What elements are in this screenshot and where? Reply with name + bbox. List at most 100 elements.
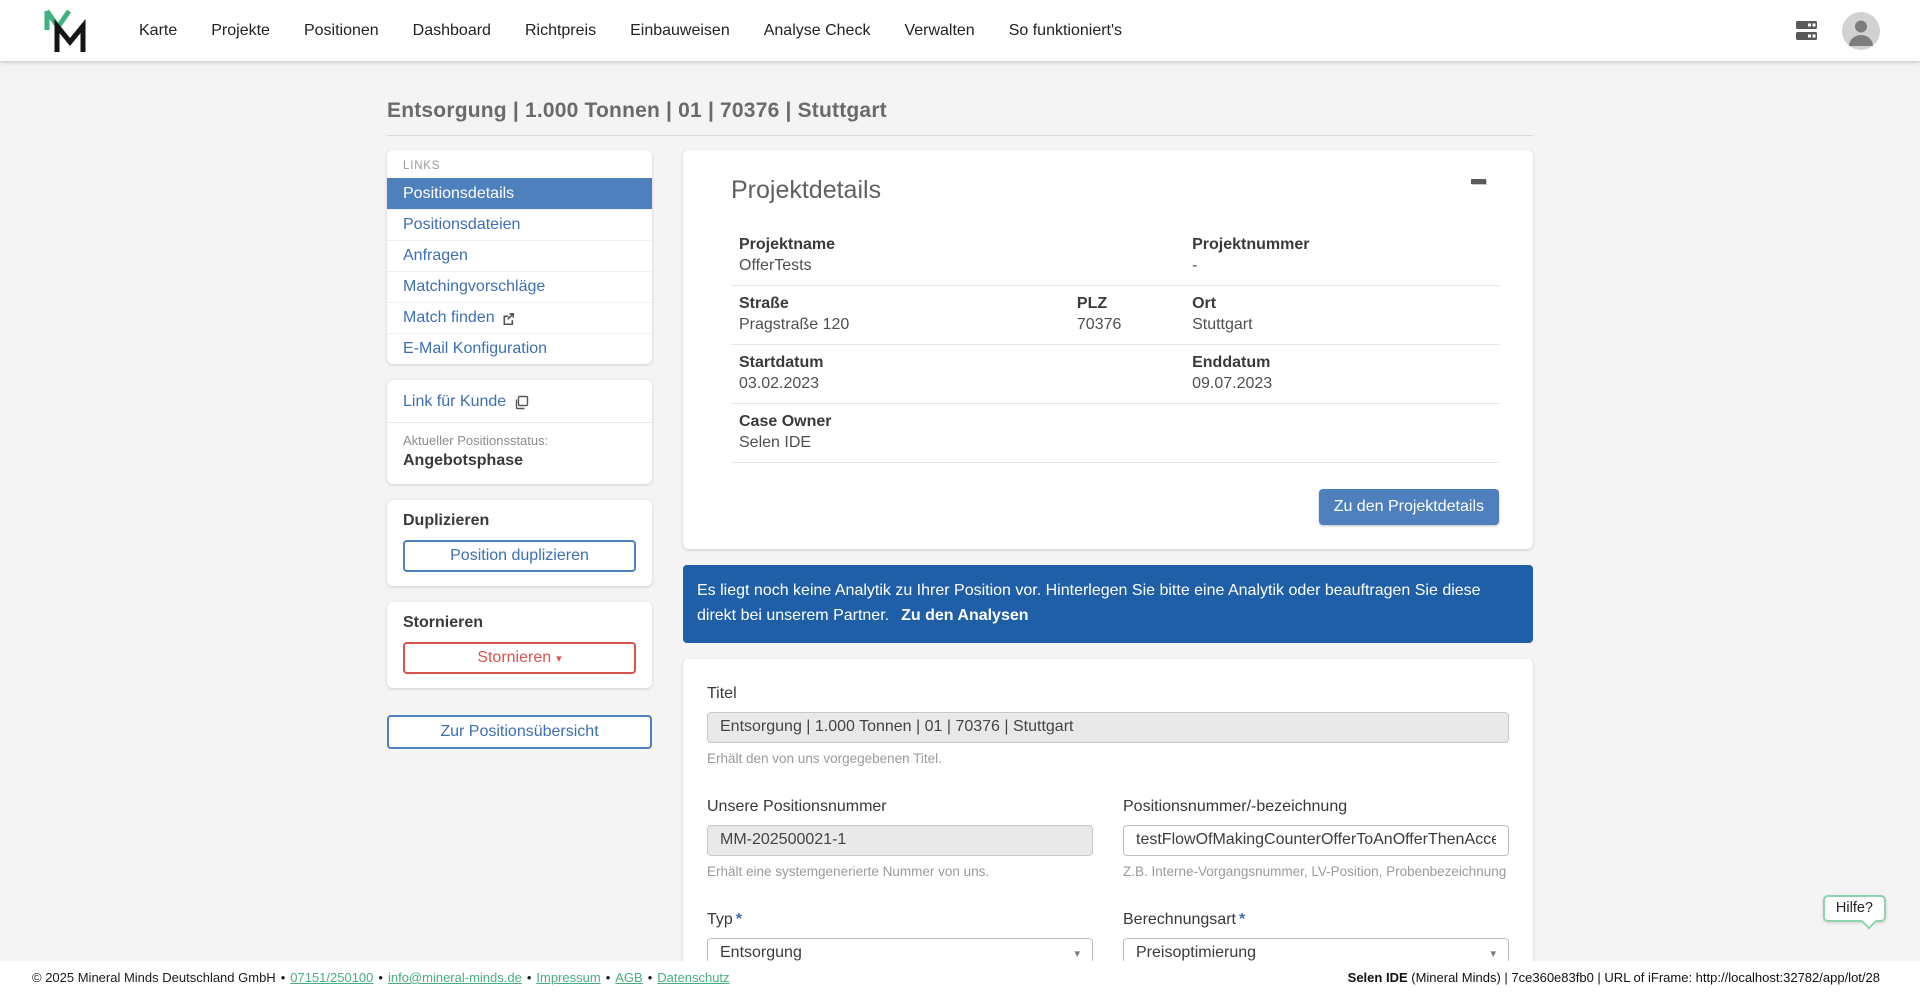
position-form-card: Titel Erhält den von uns vorgegebenen Ti…: [683, 658, 1533, 994]
startdatum-label: Startdatum: [739, 354, 824, 371]
status-value: Angebotsphase: [403, 452, 524, 469]
status-label: Aktueller Positionsstatus:: [403, 433, 549, 448]
footer-impressum-link[interactable]: Impressum: [536, 970, 600, 985]
typ-select-value: Entsorgung: [720, 944, 802, 962]
projektnummer-value: -: [1192, 257, 1198, 274]
mineral-minds-logo[interactable]: [43, 8, 87, 54]
titel-label: Titel: [707, 684, 737, 702]
strasse-value: Pragstraße 120: [739, 316, 850, 333]
positionsnummer-field: Positionsnummer/-bezeichnung Z.B. Intern…: [1123, 798, 1509, 879]
strasse-label: Straße: [739, 295, 789, 312]
copyright-text: © 2025 Mineral Minds Deutschland GmbH: [32, 970, 276, 985]
typ-label: Typ *: [707, 910, 743, 928]
sidebar-item-match-finden[interactable]: Match finden: [387, 302, 652, 333]
footer-separator: •: [647, 970, 653, 985]
unsere-positionsnummer-field: Unsere Positionsnummer Erhält eine syste…: [707, 798, 1093, 879]
footer-separator: •: [526, 970, 532, 985]
zu-den-projektdetails-button[interactable]: Zu den Projektdetails: [1318, 489, 1499, 525]
footer-agb-link[interactable]: AGB: [615, 970, 642, 985]
stornieren-button[interactable]: Stornieren ▾: [403, 642, 636, 674]
ort-label: Ort: [1192, 295, 1217, 312]
nav-item-dashboard[interactable]: Dashboard: [413, 22, 491, 40]
enddatum-label: Enddatum: [1192, 354, 1271, 371]
banner-text: Es liegt noch keine Analytik zu Ihrer Po…: [697, 582, 1481, 624]
sidebar-item-matchingvorschlaege[interactable]: Matchingvorschläge: [387, 271, 652, 302]
duplicate-card: Duplizieren Position duplizieren: [387, 500, 652, 586]
positionsnummer-help: Z.B. Interne-Vorgangsnummer, LV-Position…: [1123, 863, 1507, 879]
footer-phone-link[interactable]: 07151/250100: [290, 970, 373, 985]
table-row: Straße Pragstraße 120 PLZ 70376 Ort Stut…: [731, 285, 1499, 345]
caret-down-icon: ▾: [556, 653, 562, 665]
nav-item-so-funktionierts[interactable]: So funktioniert's: [1009, 22, 1122, 40]
table-row: Projektname OfferTests Projektnummer -: [731, 227, 1499, 286]
duplicate-header: Duplizieren: [403, 512, 490, 529]
unsere-positionsnummer-help: Erhält eine systemgenerierte Nummer von …: [707, 863, 990, 879]
position-duplizieren-button[interactable]: Position duplizieren: [403, 540, 636, 572]
open-in-new-icon: [502, 312, 515, 325]
plz-label: PLZ: [1076, 295, 1108, 312]
zu-den-analysen-link[interactable]: Zu den Analysen: [901, 607, 1028, 624]
cancel-card: Stornieren Stornieren ▾: [387, 602, 652, 688]
projektdetails-card: Projektdetails Projektname OfferTests Pr…: [683, 150, 1533, 549]
sidebar-item-positionsdetails[interactable]: Positionsdetails: [387, 178, 652, 209]
cancel-header: Stornieren: [403, 614, 484, 631]
main-navigation: Karte Projekte Positionen Dashboard Rich…: [139, 22, 1156, 40]
titel-input[interactable]: [707, 711, 1509, 743]
top-navbar: Karte Projekte Positionen Dashboard Rich…: [0, 0, 1920, 61]
nav-item-projekte[interactable]: Projekte: [211, 22, 270, 40]
nav-item-einbauweisen[interactable]: Einbauweisen: [630, 22, 730, 40]
page-container: Entsorgung | 1.000 Tonnen | 01 | 70376 |…: [387, 99, 1533, 994]
copy-icon[interactable]: [514, 395, 529, 410]
avatar: [1842, 11, 1880, 50]
sidebar-links-header: LINKS: [403, 160, 441, 172]
sidebar-item-anfragen[interactable]: Anfragen: [387, 240, 652, 271]
server-icon[interactable]: [1793, 19, 1820, 43]
footer-session-rest: (Mineral Minds) | 7ce360e83fb0 | URL of …: [1407, 970, 1880, 985]
stornieren-button-label: Stornieren: [477, 649, 552, 666]
sidebar-links-card: LINKS Positionsdetails Positionsdateien …: [387, 150, 652, 364]
caret-down-icon: ▾: [1074, 947, 1080, 960]
link-fuer-kunde-link[interactable]: Link für Kunde: [403, 393, 506, 411]
hilfe-button[interactable]: Hilfe?: [1822, 895, 1886, 922]
table-row: Case Owner Selen IDE: [731, 403, 1499, 463]
analytik-info-banner: Es liegt noch keine Analytik zu Ihrer Po…: [683, 565, 1533, 643]
collapse-minus-icon[interactable]: [1471, 174, 1489, 188]
enddatum-value: 09.07.2023: [1192, 375, 1273, 392]
table-row: Startdatum 03.02.2023 Enddatum 09.07.202…: [731, 344, 1499, 404]
nav-item-analyse-check[interactable]: Analyse Check: [764, 22, 871, 40]
positionsnummer-label: Positionsnummer/-bezeichnung: [1123, 797, 1348, 815]
required-asterisk: *: [1238, 910, 1246, 928]
positionsnummer-input[interactable]: [1123, 824, 1509, 856]
projektdetails-header: Projektdetails: [731, 176, 882, 204]
berechnungsart-label: Berechnungsart *: [1123, 910, 1246, 928]
unsere-positionsnummer-input[interactable]: [707, 824, 1093, 856]
sidebar-item-positionsdateien[interactable]: Positionsdateien: [387, 209, 652, 240]
project-details-table: Projektname OfferTests Projektnummer - S…: [731, 227, 1499, 463]
caret-down-icon: ▾: [1490, 947, 1496, 960]
nav-item-verwalten[interactable]: Verwalten: [904, 22, 974, 40]
nav-item-richtpreis[interactable]: Richtpreis: [525, 22, 596, 40]
footer-user: Selen IDE: [1347, 970, 1408, 985]
unsere-positionsnummer-label: Unsere Positionsnummer: [707, 797, 887, 815]
footer-datenschutz-link[interactable]: Datenschutz: [657, 970, 729, 985]
nav-item-positionen[interactable]: Positionen: [304, 22, 379, 40]
footer-separator: •: [280, 970, 286, 985]
sidebar-item-label: Match finden: [403, 309, 495, 326]
title-divider: [387, 135, 1533, 136]
nav-item-karte[interactable]: Karte: [139, 22, 177, 40]
berechnungsart-select-value: Preisoptimierung: [1136, 944, 1257, 962]
required-asterisk: *: [735, 910, 743, 928]
ort-value: Stuttgart: [1192, 316, 1253, 333]
projektname-value: OfferTests: [739, 257, 812, 274]
footer-email-link[interactable]: info@mineral-minds.de: [388, 970, 522, 985]
footer: © 2025 Mineral Minds Deutschland GmbH • …: [0, 961, 1920, 994]
sidebar-item-email-konfiguration[interactable]: E-Mail Konfiguration: [387, 333, 652, 364]
page-title: Entsorgung | 1.000 Tonnen | 01 | 70376 |…: [387, 99, 887, 122]
startdatum-value: 03.02.2023: [739, 375, 820, 392]
sidebar: LINKS Positionsdetails Positionsdateien …: [387, 150, 652, 749]
account-icon[interactable]: [1842, 11, 1880, 50]
case-owner-label: Case Owner: [739, 413, 832, 430]
zur-positionsuebersicht-button[interactable]: Zur Positionsübersicht: [387, 715, 652, 749]
case-owner-value: Selen IDE: [739, 434, 812, 451]
plz-value: 70376: [1076, 316, 1122, 333]
